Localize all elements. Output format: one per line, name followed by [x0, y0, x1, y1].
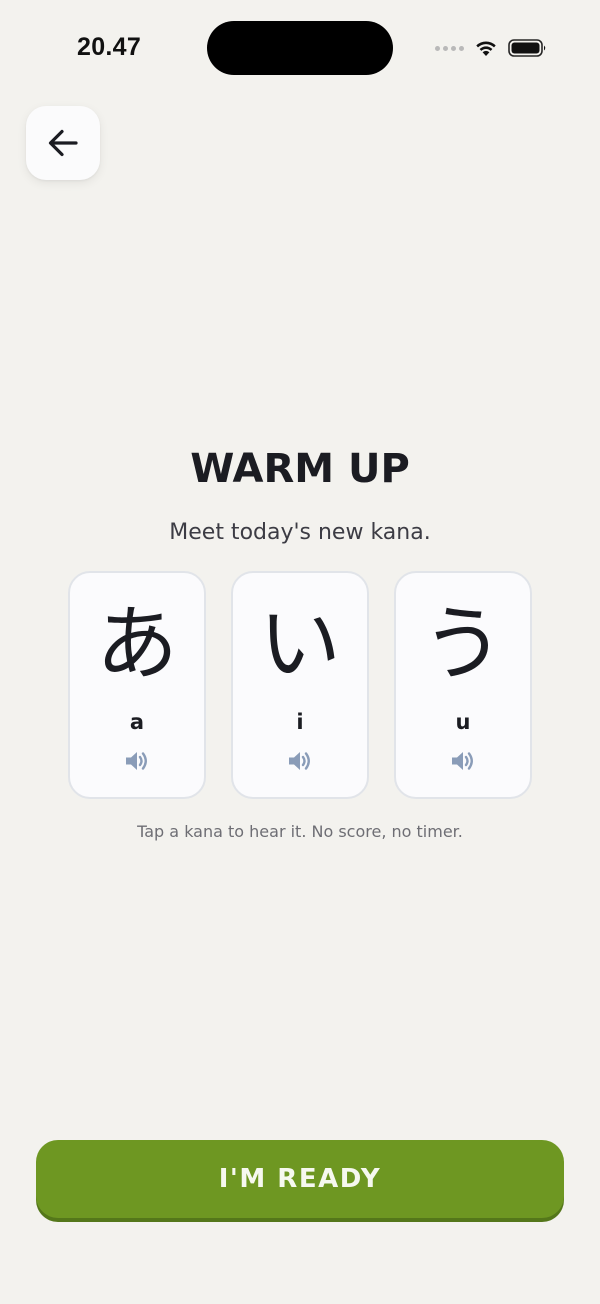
back-button[interactable]	[26, 106, 100, 180]
kana-romaji: a	[129, 710, 145, 734]
cellular-signal-icon	[435, 45, 464, 51]
page-subtitle: Meet today's new kana.	[169, 520, 431, 545]
dynamic-island	[207, 21, 393, 75]
battery-icon	[508, 39, 546, 57]
im-ready-button[interactable]: I'M READY	[36, 1140, 564, 1218]
kana-card-u[interactable]: う u	[394, 571, 532, 799]
speaker-icon[interactable]	[124, 749, 150, 773]
kana-card-list: あ a い i う u	[68, 571, 532, 799]
kana-romaji: u	[455, 710, 471, 734]
wifi-icon	[476, 41, 496, 56]
kana-character: い	[258, 597, 341, 692]
kana-character: う	[421, 597, 504, 692]
speaker-icon[interactable]	[287, 749, 313, 773]
status-time: 20.47	[77, 33, 142, 61]
hint-text: Tap a kana to hear it. No score, no time…	[137, 822, 463, 841]
kana-card-a[interactable]: あ a	[68, 571, 206, 799]
kana-romaji: i	[296, 710, 304, 734]
speaker-icon[interactable]	[450, 749, 476, 773]
status-icons	[435, 38, 548, 58]
kana-card-i[interactable]: い i	[231, 571, 369, 799]
arrow-left-icon	[48, 129, 78, 157]
kana-character: あ	[95, 597, 178, 692]
page-title: WARM UP	[190, 446, 410, 492]
